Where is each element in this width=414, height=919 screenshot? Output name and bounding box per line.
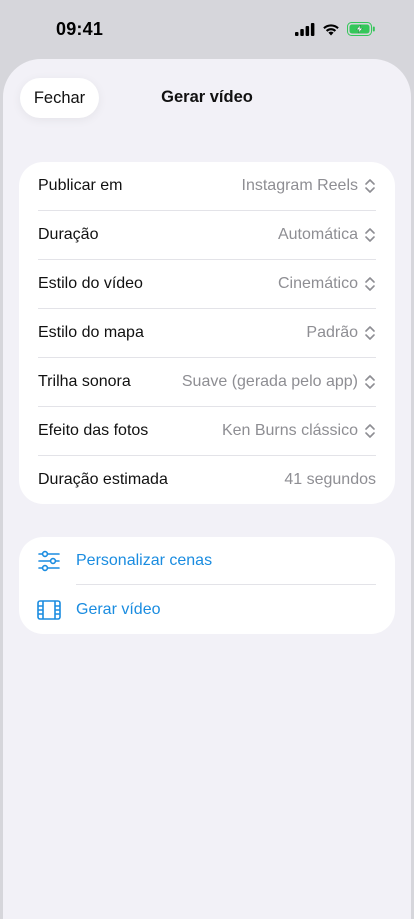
status-time: 09:41 [56,19,104,39]
setting-value: Instagram Reels [241,177,359,194]
setting-label: Estilo do mapa [38,324,144,341]
chevron-up-down-icon [365,375,375,389]
chevron-up-down-icon [365,277,375,291]
setting-value: Suave (gerada pelo app) [181,373,358,390]
setting-label: Duração [38,226,99,243]
duration-row[interactable]: Duração Automática [19,211,395,260]
chevron-up-down-icon [365,228,375,242]
sliders-icon [38,550,60,572]
status-icons [295,22,376,36]
customize-scenes-button[interactable]: Personalizar cenas [19,537,395,585]
setting-label: Estilo do vídeo [38,275,143,292]
generate-video-button[interactable]: Gerar vídeo [19,586,395,634]
estimated-duration-row: Duração estimada 41 segundos [19,456,395,504]
action-label: Gerar vídeo [76,601,161,618]
sheet-title: Gerar vídeo [161,88,253,106]
map-style-row[interactable]: Estilo do mapa Padrão [19,309,395,358]
action-label: Personalizar cenas [76,552,213,569]
setting-value: Cinemático [277,275,358,292]
actions-card: Personalizar cenas Gerar vídeo [19,537,395,634]
estimated-duration-value: 41 segundos [284,471,376,488]
battery-charging-icon [347,22,375,36]
setting-label: Efeito das fotos [38,422,149,439]
setting-label: Trilha sonora [38,373,131,390]
setting-value: Ken Burns clássico [221,422,358,439]
setting-label: Duração estimada [38,471,168,488]
chevron-up-down-icon [365,326,375,340]
photo-effect-row[interactable]: Efeito das fotos Ken Burns clássico [19,407,395,456]
setting-value: Automática [277,226,358,243]
video-style-row[interactable]: Estilo do vídeo Cinemático [19,260,395,309]
settings-card: Publicar em Instagram Reels Duração Auto… [19,162,395,504]
chevron-up-down-icon [365,424,375,438]
chevron-up-down-icon [365,179,375,193]
setting-value: Padrão [306,324,358,341]
row-divider [76,584,376,585]
publish-to-row[interactable]: Publicar em Instagram Reels [19,162,395,211]
wifi-icon [323,23,339,35]
generate-video-sheet: Fechar Gerar vídeo Publicar em Instagram… [3,59,411,919]
cellular-signal-icon [295,22,315,36]
status-bar: 09:41 [0,0,414,58]
setting-label: Publicar em [38,177,123,194]
soundtrack-row[interactable]: Trilha sonora Suave (gerada pelo app) [19,358,395,407]
film-icon [37,600,61,620]
